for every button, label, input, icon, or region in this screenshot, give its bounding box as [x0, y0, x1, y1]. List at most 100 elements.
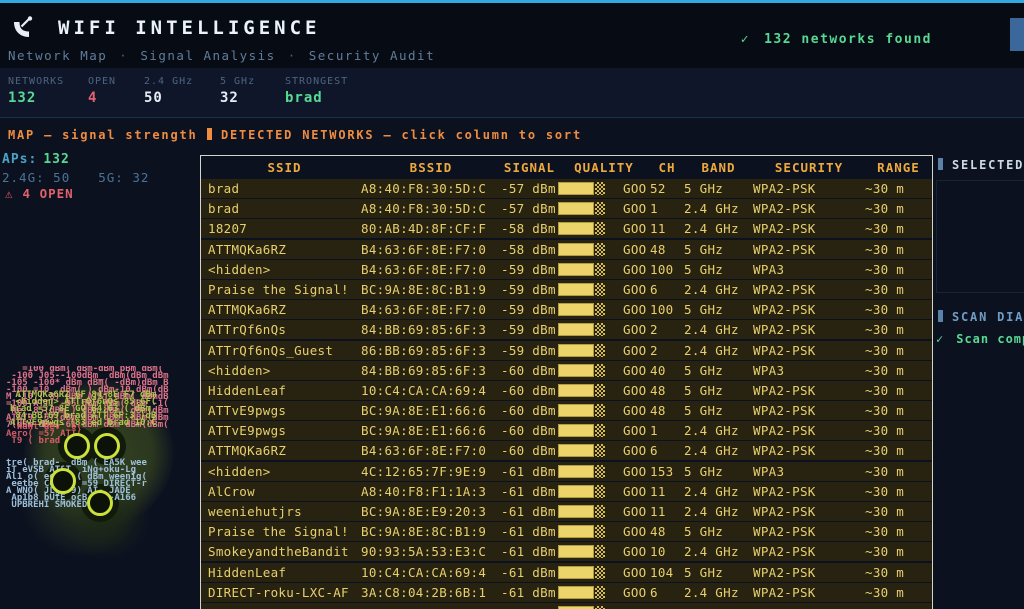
quality-label: GOOD: [623, 443, 647, 458]
quality-bar-fill: [558, 586, 594, 599]
cell-band: 2.4 GHz: [684, 423, 753, 438]
table-row[interactable]: HiddenLeaf10:C4:CA:CA:69:4-60 dBmGOOD485…: [201, 381, 932, 400]
table-row[interactable]: ATTMQKa6RZB4:63:6F:8E:F7:0-60 dBmGOOD62.…: [201, 441, 932, 460]
scan-status-text: Scan complete: [956, 332, 1024, 346]
table-row[interactable]: ATTrQf6nQs84:BB:69:85:6F:3-59 dBmGOOD22.…: [201, 320, 932, 339]
open-networks-warning: ⚠4 OPEN: [5, 186, 74, 201]
table-row[interactable]: Praise the Signal!BC:9A:8E:8C:B1:9-61 dB…: [201, 522, 932, 541]
cell-channel: 1: [650, 201, 684, 216]
quality-label: GOOD: [623, 504, 647, 519]
cell-security: WPA2-PSK: [753, 585, 865, 600]
cell-security: WPA2-PSK: [753, 524, 865, 539]
column-header-ch[interactable]: CH: [650, 160, 684, 175]
cell-channel: 2: [650, 343, 684, 358]
cell-band: 2.4 GHz: [684, 585, 753, 600]
table-row[interactable]: ATTMQKa6RZB4:63:6F:8E:F7:0-59 dBmGOOD100…: [201, 300, 932, 319]
signal-strength-map[interactable]: =100 dBm( dBm-dBm pBm dBm( -100 J05--100…: [6, 366, 194, 581]
quality-bar-dither: [595, 444, 605, 457]
cell-range: ~30 m: [865, 464, 932, 479]
table-row[interactable]: ATTvE9pwgsBC:9A:8E:E1:66:6-60 dBmGOOD12.…: [201, 421, 932, 440]
table-row[interactable]: HiddenLeaf10:C4:CA:CA:69:4-61 dBmGOOD104…: [201, 563, 932, 582]
page-title: WIFI INTELLIGENCE: [58, 17, 320, 39]
quality-label: GOOD: [623, 565, 647, 580]
cell-channel: 153: [650, 464, 684, 479]
quality-label: GOOD: [623, 544, 647, 559]
cell-band: 2.4 GHz: [684, 343, 753, 358]
table-row[interactable]: <hidden>B4:63:6F:8E:F7:0-59 dBmGOOD1005 …: [201, 260, 932, 279]
cell-signal: -57 dBm: [501, 201, 558, 216]
table-row[interactable]: weeniehutjrsBC:9A:8E:E9:20:3-61 dBmGOOD1…: [201, 502, 932, 521]
quality-label: GOOD: [623, 262, 647, 277]
nav-separator: ·: [119, 48, 128, 63]
cell-quality: GOOD: [558, 341, 650, 360]
quality-label: GOOD: [623, 322, 647, 337]
cell-security: WPA2-PSK: [753, 201, 865, 216]
column-header-signal[interactable]: SIGNAL: [501, 160, 558, 175]
cell-range: ~30 m: [865, 282, 932, 297]
cell-bssid: B4:63:6F:8E:F7:0: [361, 242, 501, 257]
nav-item-network-map[interactable]: Network Map: [8, 48, 107, 63]
table-row[interactable]: AlCrowA8:40:F8:F1:1A:3-61 dBmGOOD112.4 G…: [201, 482, 932, 501]
column-header-bssid[interactable]: BSSID: [361, 160, 501, 175]
cell-security: WPA2-PSK: [753, 504, 865, 519]
cell-channel: 11: [650, 484, 684, 499]
stat-open: OPEN4: [88, 76, 144, 117]
cell-bssid: 10:C4:CA:CA:69:4: [361, 565, 501, 580]
column-header-security[interactable]: SECURITY: [753, 160, 865, 175]
cell-bssid: B4:63:6F:8E:F7:0: [361, 443, 501, 458]
quality-bar-fill: [558, 263, 594, 276]
cell-band: 5 GHz: [684, 363, 753, 378]
cell-band: 5 GHz: [684, 302, 753, 317]
table-row[interactable]: ATTvE9pwgsBC:9A:8E:E1:66:6-60 dBmGOOD485…: [201, 401, 932, 420]
cell-bssid: B4:63:6F:8E:F7:0: [361, 262, 501, 277]
quality-bar-fill: [558, 344, 594, 357]
cell-channel: 48: [650, 403, 684, 418]
title-marker: [938, 158, 943, 170]
table-row[interactable]: <hidden>84:BB:69:85:6F:3-60 dBmGOOD405 G…: [201, 361, 932, 380]
cell-band: 5 GHz: [684, 242, 753, 257]
quality-bar-fill: [558, 465, 594, 478]
nav-item-signal-analysis[interactable]: Signal Analysis: [140, 48, 275, 63]
table-row[interactable]: ATTMQKa6RZB4:63:6F:8E:F7:0-58 dBmGOOD485…: [201, 240, 932, 259]
table-row[interactable]: <hidden>4C:12:65:7F:9E:9-61 dBmGOOD1535 …: [201, 462, 932, 481]
cell-quality: GOOD: [558, 563, 650, 582]
nav-item-security-audit[interactable]: Security Audit: [309, 48, 435, 63]
band-24-label: 2.4G:: [2, 170, 45, 185]
quality-bar-fill: [558, 182, 594, 195]
cell-ssid: 18207: [208, 221, 361, 236]
cell-channel: 104: [650, 565, 684, 580]
table-row[interactable]: 1820780:AB:4D:8F:CF:F-58 dBmGOOD112.4 GH…: [201, 219, 932, 238]
header-edge-button[interactable]: [1010, 18, 1024, 51]
cell-ssid: ATTrQf6nQs_Guest: [208, 343, 361, 358]
column-header-band[interactable]: BAND: [684, 160, 753, 175]
network-table-body: bradA8:40:F8:30:5D:C-57 dBmGOOD525 GHzWP…: [201, 179, 932, 609]
cell-quality: GOOD: [558, 381, 650, 400]
column-header-quality[interactable]: QUALITY: [558, 160, 650, 175]
quality-label: GOOD: [623, 201, 647, 216]
table-row[interactable]: ATTrQf6nQs_Guest86:BB:69:85:6F:3-59 dBmG…: [201, 341, 932, 360]
quality-label: GOOD: [623, 524, 647, 539]
cell-quality: GOOD: [558, 542, 650, 561]
column-header-range[interactable]: RANGE: [865, 160, 932, 175]
cell-quality: GOOD: [558, 199, 650, 218]
table-row[interactable]: bradA8:40:F8:30:5D:C-57 dBmGOOD525 GHzWP…: [201, 179, 932, 198]
cell-signal: -58 dBm: [501, 242, 558, 257]
quality-label: GOOD: [623, 242, 647, 257]
cell-band: 2.4 GHz: [684, 201, 753, 216]
column-header-ssid[interactable]: SSID: [208, 160, 361, 175]
cell-ssid: brad: [208, 181, 361, 196]
table-row[interactable]: Praise the Signal!BC:9A:8E:8C:B1:9-59 dB…: [201, 280, 932, 299]
quality-bar-dither: [595, 323, 605, 336]
cell-security: WPA2-PSK: [753, 403, 865, 418]
cell-range: ~30 m: [865, 201, 932, 216]
table-row[interactable]: DIRECT-roku-LXC-AF3A:C8:04:2B:6B:1-61 dB…: [201, 583, 932, 602]
table-row[interactable]: SmokeyandtheBandit90:93:5A:53:E3:C-61 dB…: [201, 542, 932, 561]
quality-bar-fill: [558, 243, 594, 256]
cell-band: 2.4 GHz: [684, 544, 753, 559]
cell-ssid: weeniehutjrs: [208, 504, 361, 519]
cell-channel: 48: [650, 242, 684, 257]
table-row[interactable]: bradA8:40:F8:30:5D:C-57 dBmGOOD12.4 GHzW…: [201, 199, 932, 218]
check-icon: ✓: [936, 332, 944, 346]
cell-quality: GOOD: [558, 179, 650, 198]
table-row[interactable]: [201, 603, 932, 609]
